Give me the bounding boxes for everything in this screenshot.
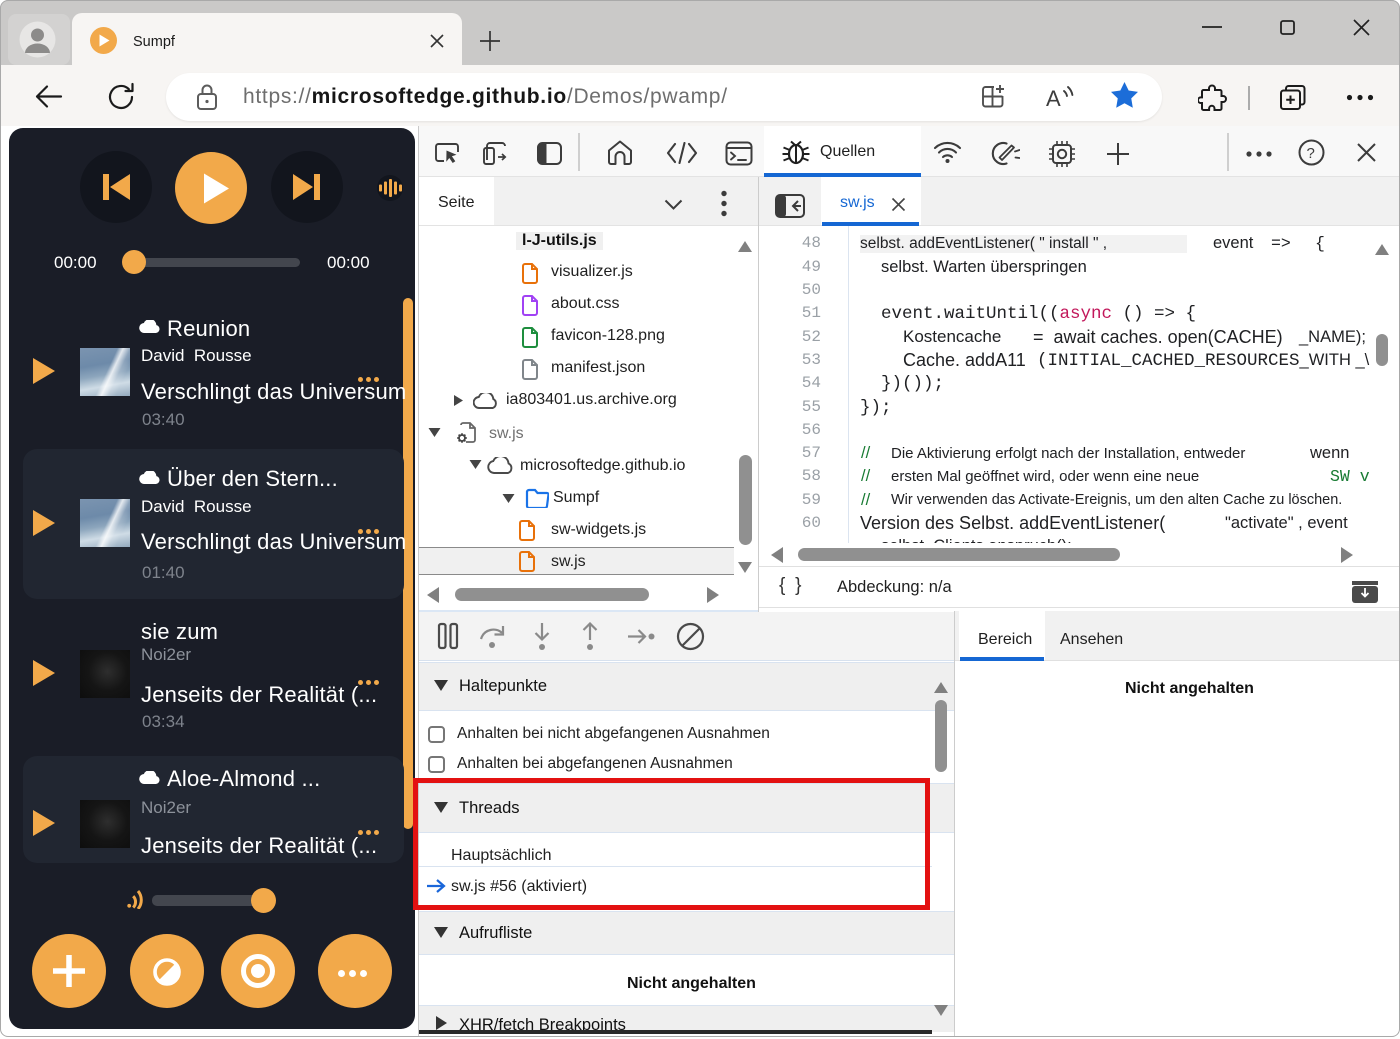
svg-text:?: ? [1307,145,1315,162]
svg-text:A: A [1046,86,1061,111]
